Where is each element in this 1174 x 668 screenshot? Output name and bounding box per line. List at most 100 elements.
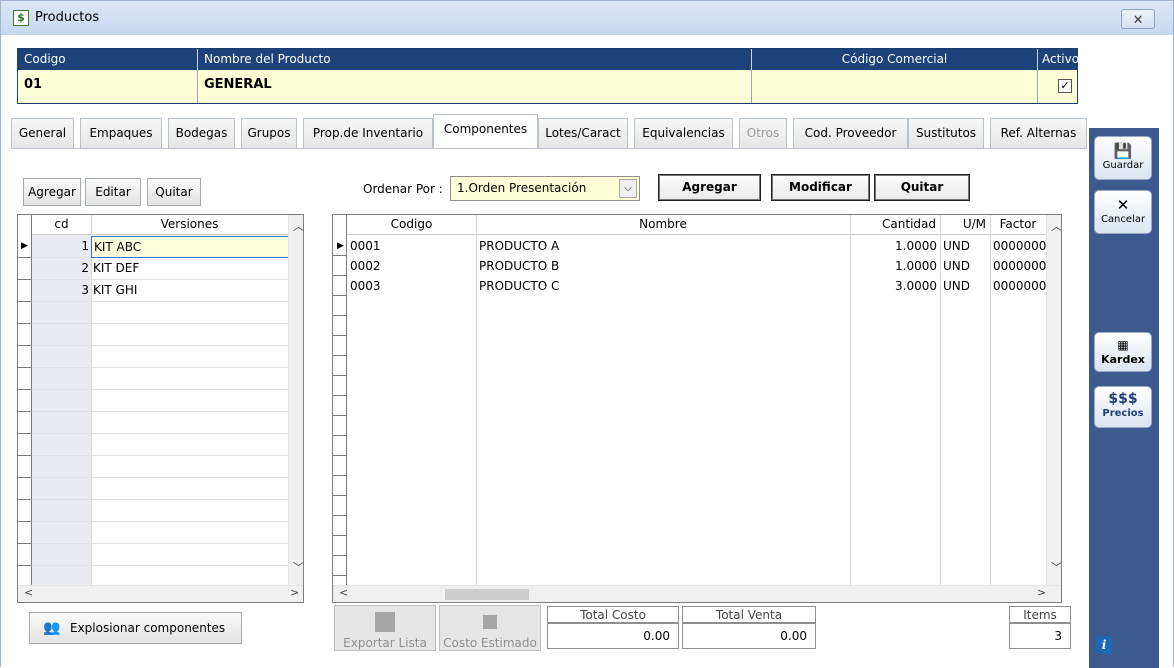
row-indicator[interactable] (333, 396, 347, 416)
row-indicator[interactable] (333, 436, 347, 456)
row-indicator[interactable] (333, 256, 347, 276)
version-cd-cell[interactable]: 1 (32, 236, 91, 256)
row-indicator[interactable] (333, 416, 347, 436)
component-codigo-cell[interactable]: 0001 (347, 236, 476, 256)
chevron-right-icon[interactable]: > (1037, 586, 1046, 599)
row-indicator[interactable] (333, 356, 347, 376)
component-nombre-cell[interactable]: PRODUCTO C (476, 276, 850, 296)
component-um-cell[interactable]: UND (940, 276, 990, 296)
scroll-thumb[interactable] (445, 589, 529, 600)
version-cd-cell[interactable]: 2 (32, 258, 91, 278)
component-cantidad-cell[interactable]: 3.0000 (850, 276, 940, 296)
component-codigo-cell[interactable]: 0002 (347, 256, 476, 276)
component-factor-cell[interactable]: 0000000 (990, 256, 1046, 276)
tab-ref-alternas[interactable]: Ref. Alternas (990, 118, 1087, 148)
component-nombre-cell[interactable]: PRODUCTO A (476, 236, 850, 256)
row-indicator[interactable] (333, 536, 347, 556)
column-header-nombre[interactable]: Nombre (476, 215, 850, 235)
row-indicator[interactable] (18, 456, 32, 478)
precios-button[interactable]: $$$ Precios (1094, 386, 1152, 428)
row-indicator[interactable] (333, 456, 347, 476)
row-indicator[interactable] (333, 316, 347, 336)
chevron-down-icon[interactable]: ⌵ (619, 179, 637, 198)
tab-sustitutos[interactable]: Sustitutos (908, 118, 984, 148)
version-name-cell[interactable]: KIT GHI (91, 280, 288, 300)
row-indicator[interactable] (333, 476, 347, 496)
close-button[interactable]: 🗙 (1121, 9, 1155, 29)
tab-equivalencias[interactable]: Equivalencias (634, 118, 733, 148)
column-header-um[interactable]: U/M (940, 215, 990, 235)
components-vertical-scrollbar[interactable]: ︿ ﹀ (1046, 215, 1061, 585)
row-indicator[interactable] (333, 556, 347, 576)
quitar-version-button[interactable]: Quitar (147, 178, 201, 206)
component-factor-cell[interactable]: 0000000 (990, 276, 1046, 296)
components-horizontal-scrollbar[interactable]: < > (333, 585, 1061, 602)
row-indicator[interactable] (18, 412, 32, 434)
component-um-cell[interactable]: UND (940, 236, 990, 256)
tab-cod-proveedor[interactable]: Cod. Proveedor (793, 118, 908, 148)
row-indicator[interactable] (18, 434, 32, 456)
chevron-left-icon[interactable]: < (339, 586, 348, 599)
row-indicator[interactable] (333, 296, 347, 316)
tab-grupos[interactable]: Grupos (241, 118, 297, 148)
row-indicator[interactable] (18, 390, 32, 412)
column-header-versiones[interactable]: Versiones (91, 215, 288, 235)
row-indicator[interactable] (18, 324, 32, 346)
tab-empaques[interactable]: Empaques (80, 118, 162, 148)
codigo-field[interactable]: 01 (18, 70, 198, 103)
component-cantidad-cell[interactable]: 1.0000 (850, 256, 940, 276)
component-nombre-cell[interactable]: PRODUCTO B (476, 256, 850, 276)
row-indicator[interactable] (18, 522, 32, 544)
agregar-version-button[interactable]: Agregar (23, 178, 81, 206)
editar-version-button[interactable]: Editar (85, 178, 141, 206)
row-indicator[interactable] (18, 346, 32, 368)
row-indicator[interactable] (18, 544, 32, 566)
row-indicator[interactable] (18, 302, 32, 324)
tab-general[interactable]: General (11, 118, 74, 148)
column-header-factor[interactable]: Factor (990, 215, 1046, 235)
modificar-componente-button[interactable]: Modificar (771, 174, 870, 201)
column-header-cd[interactable]: cd (32, 215, 91, 235)
chevron-down-icon[interactable]: ﹀ (293, 559, 303, 575)
column-header-codigo[interactable]: Codigo (347, 215, 476, 235)
component-codigo-cell[interactable]: 0003 (347, 276, 476, 296)
version-cd-cell[interactable]: 3 (32, 280, 91, 300)
quitar-componente-button[interactable]: Quitar (874, 174, 970, 201)
explosionar-button[interactable]: 👥 Explosionar componentes (29, 612, 242, 644)
chevron-right-icon[interactable]: > (290, 586, 299, 599)
version-name-cell[interactable]: KIT DEF (91, 258, 288, 278)
component-factor-cell[interactable]: 0000000 (990, 236, 1046, 256)
chevron-down-icon[interactable]: ﹀ (1051, 559, 1061, 575)
comercial-field[interactable] (752, 70, 1038, 103)
row-indicator[interactable] (333, 276, 347, 296)
tab-componentes[interactable]: Componentes (433, 114, 538, 148)
column-header-cantidad[interactable]: Cantidad (850, 215, 940, 235)
versions-vertical-scrollbar[interactable]: ︿ ﹀ (288, 215, 303, 585)
activo-checkbox[interactable]: ✓ (1058, 79, 1072, 93)
kardex-button[interactable]: ▦ Kardex (1094, 332, 1152, 372)
versions-horizontal-scrollbar[interactable]: < > (18, 585, 303, 602)
nombre-field[interactable]: GENERAL (198, 70, 752, 103)
info-icon[interactable]: i (1096, 636, 1112, 654)
chevron-up-icon[interactable]: ︿ (293, 218, 303, 234)
cancelar-button[interactable]: ✕ Cancelar (1094, 190, 1152, 234)
row-indicator[interactable] (18, 368, 32, 390)
row-indicator[interactable] (333, 516, 347, 536)
row-indicator[interactable] (333, 336, 347, 356)
agregar-componente-button[interactable]: Agregar (658, 174, 761, 201)
row-indicator[interactable] (18, 478, 32, 500)
row-indicator[interactable] (333, 376, 347, 396)
tab-lotes-caract[interactable]: Lotes/Caract (538, 118, 628, 148)
row-indicator[interactable] (18, 500, 32, 522)
component-cantidad-cell[interactable]: 1.0000 (850, 236, 940, 256)
chevron-left-icon[interactable]: < (24, 586, 33, 599)
row-indicator[interactable] (333, 496, 347, 516)
row-indicator[interactable] (18, 258, 32, 280)
guardar-button[interactable]: 💾 Guardar (1094, 136, 1152, 180)
tab-bodegas[interactable]: Bodegas (168, 118, 235, 148)
ordenar-select[interactable]: 1.Orden Presentación ⌵ (450, 176, 640, 201)
tab-prop-inventario[interactable]: Prop.de Inventario (303, 118, 433, 148)
chevron-up-icon[interactable]: ︿ (1051, 218, 1061, 234)
row-indicator[interactable] (18, 280, 32, 302)
component-um-cell[interactable]: UND (940, 256, 990, 276)
